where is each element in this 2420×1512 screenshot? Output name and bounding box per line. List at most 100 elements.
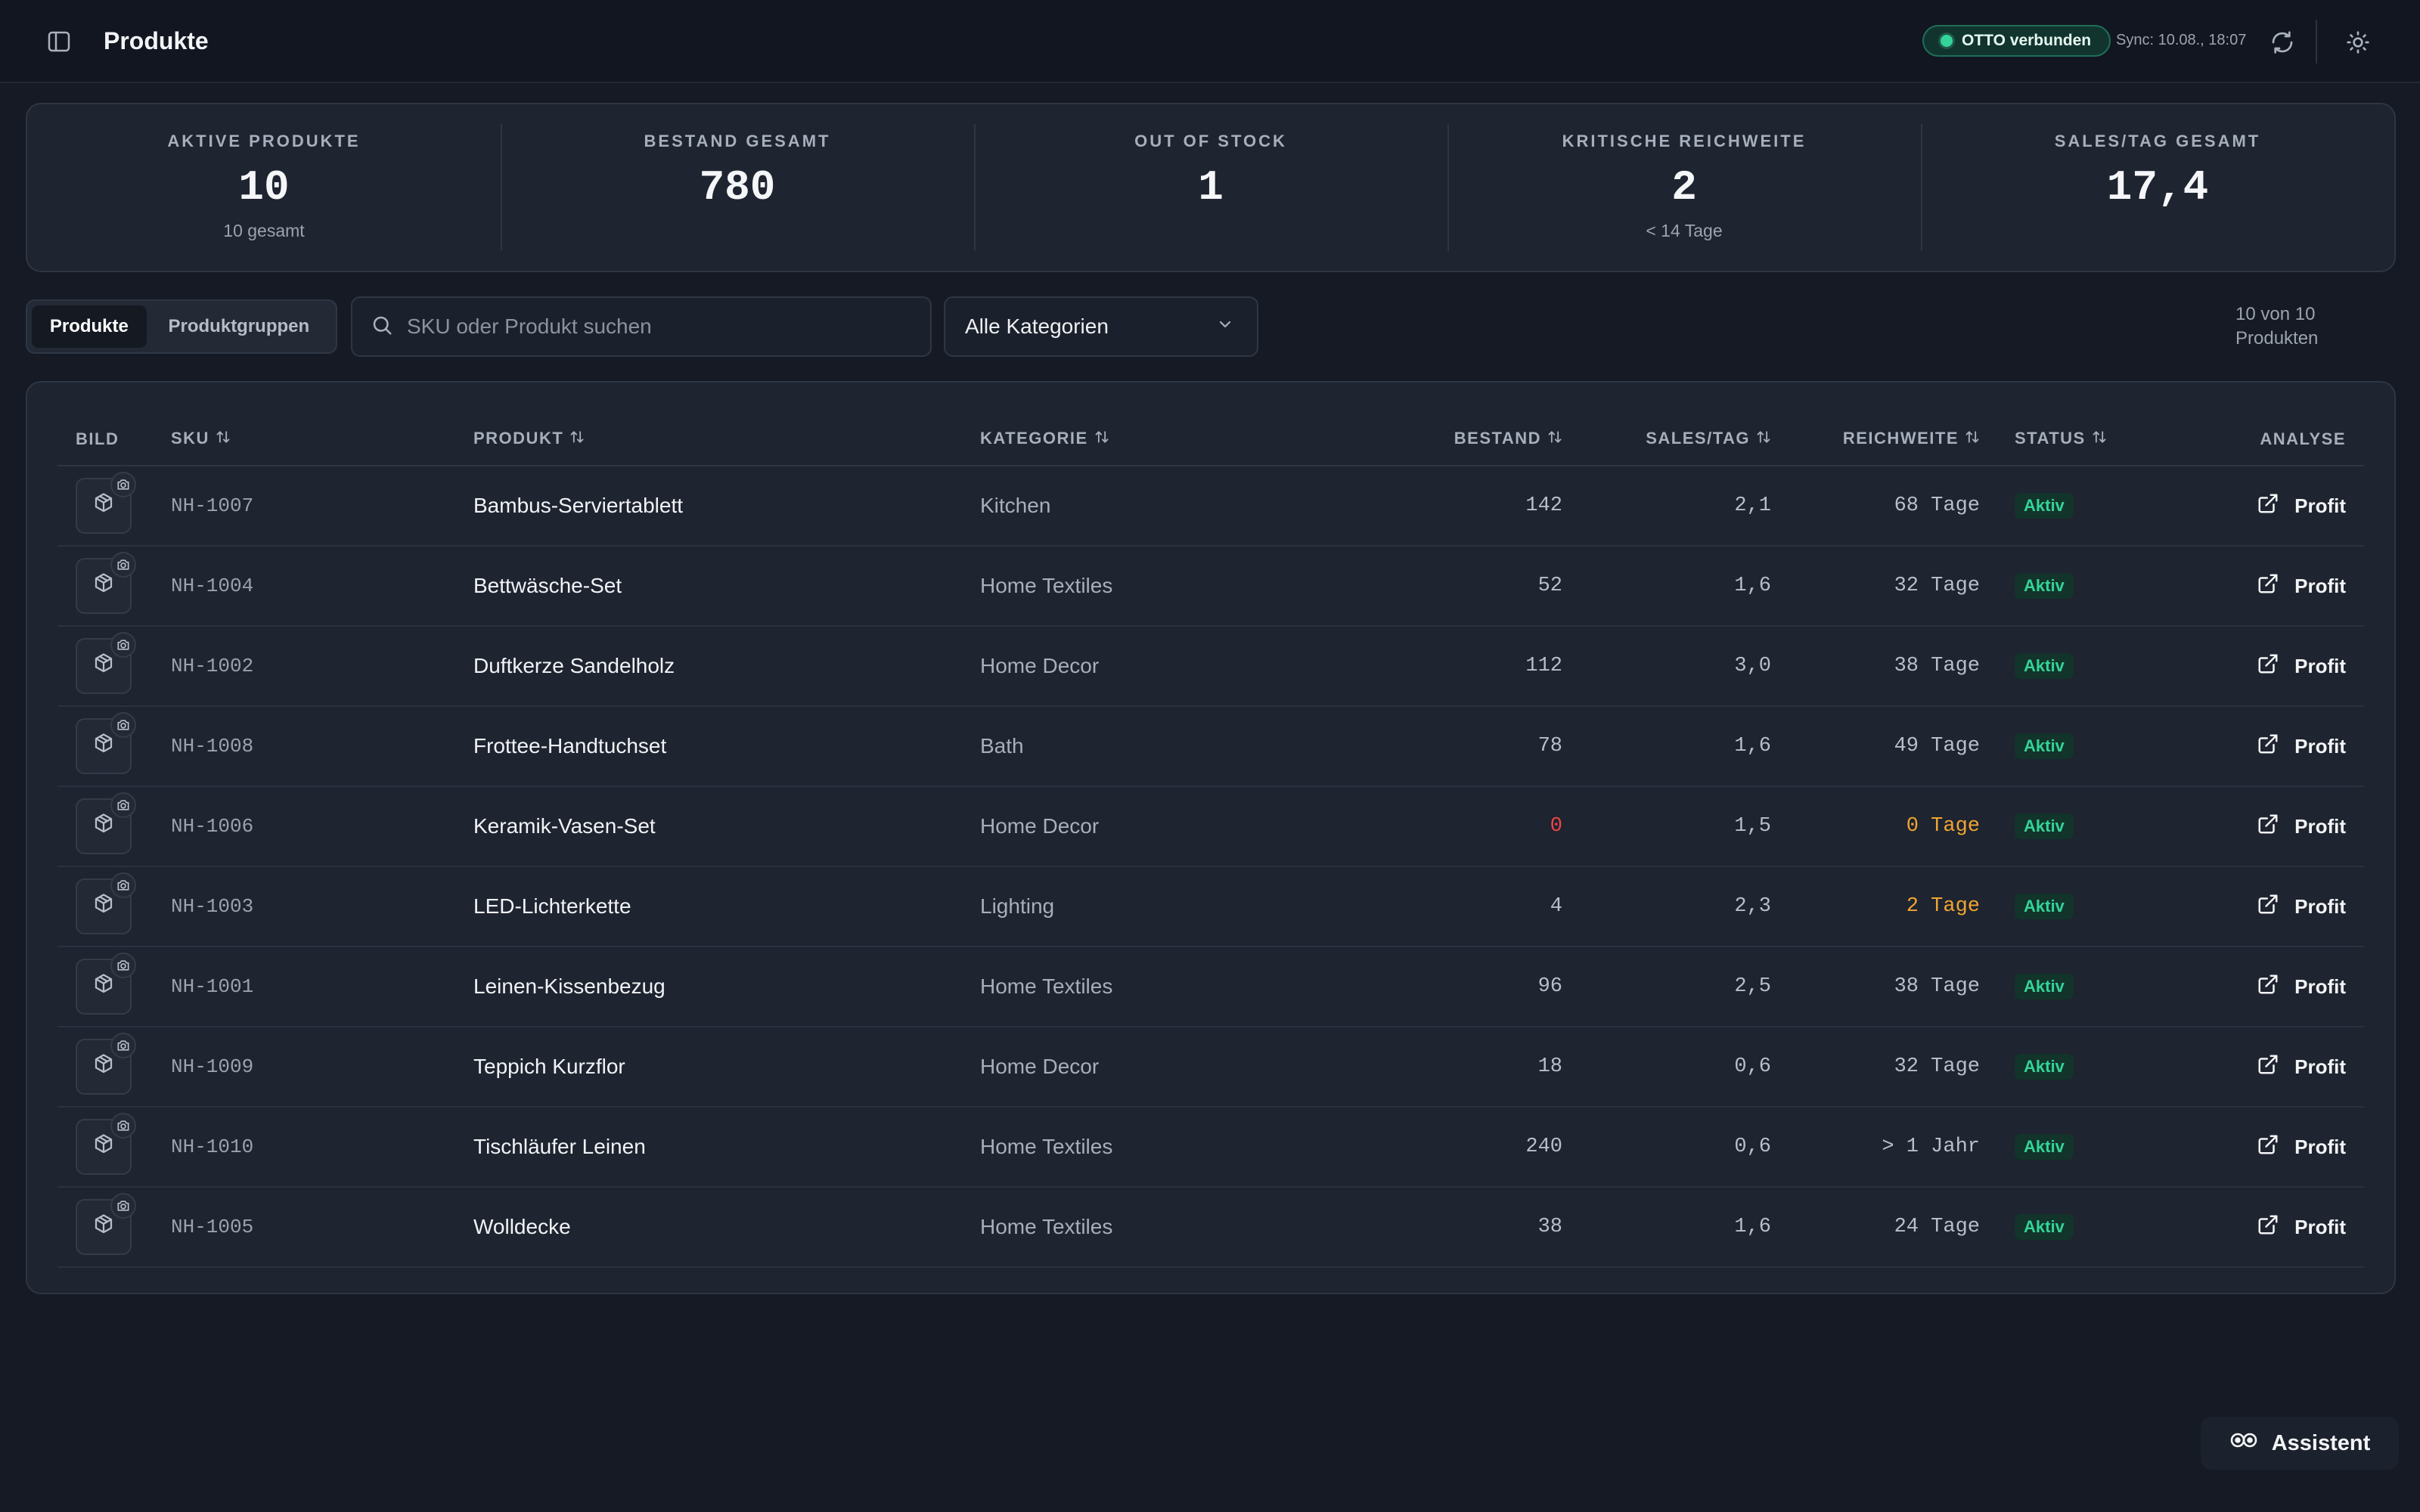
products-table-panel: BILD SKU PRODUKT KATEGORIE BESTAND SALES… <box>26 381 2396 1294</box>
assistant-button[interactable]: Assistent <box>2201 1417 2399 1470</box>
camera-icon[interactable] <box>110 792 136 818</box>
status-badge: Aktiv <box>2015 894 2074 919</box>
column-header-status[interactable]: STATUS <box>1980 413 2229 466</box>
camera-icon[interactable] <box>110 872 136 898</box>
table-row[interactable]: NH-1003 LED-Lichterkette Lighting 4 2,3 2 Tag… <box>57 866 2364 947</box>
external-link-icon <box>2257 973 2279 1001</box>
assistant-icon <box>2229 1429 2258 1458</box>
connection-status-badge: OTTO verbunden <box>1922 25 2111 57</box>
profit-link[interactable]: Profit <box>2257 652 2346 680</box>
kpi-value: 17,4 <box>2106 163 2209 212</box>
kpi-label: BESTAND GESAMT <box>644 132 831 150</box>
column-header-analysis: ANALYSE <box>2229 413 2364 466</box>
product-image-placeholder[interactable] <box>76 953 136 1015</box>
reach-cell: 32 Tage <box>1771 546 1980 627</box>
top-bar: Produkte OTTO verbunden Sync: 10.08., 18… <box>0 0 2420 83</box>
status-badge: Aktiv <box>2015 1054 2074 1080</box>
table-row[interactable]: NH-1001 Leinen-Kissenbezug Home Textiles 96… <box>57 947 2364 1027</box>
camera-icon[interactable] <box>110 472 136 497</box>
column-header-stock[interactable]: BESTAND <box>1336 413 1562 466</box>
camera-icon[interactable] <box>110 1113 136 1139</box>
product-image-placeholder[interactable] <box>76 472 136 534</box>
profit-link[interactable]: Profit <box>2257 572 2346 600</box>
reach-cell: 0 Tage <box>1771 786 1980 867</box>
analysis-cell: Profit <box>2229 466 2364 547</box>
sort-icon <box>1965 429 1980 449</box>
external-link-icon <box>2257 733 2279 761</box>
kpi-value: 1 <box>1198 163 1224 212</box>
reach-cell: 38 Tage <box>1771 947 1980 1027</box>
column-header-reach[interactable]: REICHWEITE <box>1771 413 1980 466</box>
product-image-placeholder[interactable] <box>76 552 136 614</box>
product-image-cell <box>57 626 171 707</box>
table-row[interactable]: NH-1005 Wolldecke Home Textiles 38 1,6 24 Tag… <box>57 1187 2364 1268</box>
product-image-placeholder[interactable] <box>76 1113 136 1175</box>
sort-icon <box>1756 429 1771 449</box>
product-image-placeholder[interactable] <box>76 712 136 774</box>
camera-icon[interactable] <box>110 632 136 658</box>
refresh-icon[interactable] <box>2267 27 2297 57</box>
kpi-total-stock: BESTAND GESAMT 780 <box>501 104 974 271</box>
table-row[interactable]: NH-1008 Frottee-Handtuchset Bath 78 1,6 49 Ta… <box>57 706 2364 787</box>
profit-link[interactable]: Profit <box>2257 973 2346 1001</box>
product-image-placeholder[interactable] <box>76 1033 136 1095</box>
column-header-category[interactable]: KATEGORIE <box>980 413 1336 466</box>
sku-cell: NH-1008 <box>171 706 473 787</box>
table-row[interactable]: NH-1009 Teppich Kurzflor Home Decor 18 0,6 32… <box>57 1027 2364 1108</box>
profit-link[interactable]: Profit <box>2257 733 2346 761</box>
tab-products[interactable]: Produkte <box>32 305 147 348</box>
external-link-icon <box>2257 813 2279 841</box>
column-header-product[interactable]: PRODUKT <box>473 413 980 466</box>
product-image-cell <box>57 947 171 1027</box>
table-row[interactable]: NH-1006 Keramik-Vasen-Set Home Decor 0 1,5 0 … <box>57 786 2364 867</box>
status-cell: Aktiv <box>1980 786 2229 867</box>
external-link-icon <box>2257 572 2279 600</box>
camera-icon[interactable] <box>110 953 136 978</box>
sidebar-toggle-icon[interactable] <box>45 28 73 55</box>
product-image-placeholder[interactable] <box>76 632 136 694</box>
profit-label: Profit <box>2294 1135 2346 1158</box>
camera-icon[interactable] <box>110 552 136 578</box>
table-row[interactable]: NH-1007 Bambus-Serviertablett Kitchen 142 2,… <box>57 466 2364 547</box>
profit-link[interactable]: Profit <box>2257 1133 2346 1161</box>
assistant-label: Assistent <box>2271 1430 2371 1455</box>
profit-link[interactable]: Profit <box>2257 492 2346 520</box>
status-badge: Aktiv <box>2015 653 2074 679</box>
column-header-sales[interactable]: SALES/TAG <box>1562 413 1771 466</box>
search-input[interactable] <box>407 314 906 339</box>
profit-link[interactable]: Profit <box>2257 1053 2346 1081</box>
profit-link[interactable]: Profit <box>2257 893 2346 921</box>
camera-icon[interactable] <box>110 1033 136 1058</box>
table-row[interactable]: NH-1002 Duftkerze Sandelholz Home Decor 112… <box>57 626 2364 707</box>
sort-icon <box>1094 429 1109 449</box>
stock-cell: 18 <box>1336 1027 1562 1108</box>
category-cell: Bath <box>980 706 1336 787</box>
sales-cell: 0,6 <box>1562 1027 1771 1108</box>
profit-link[interactable]: Profit <box>2257 813 2346 841</box>
stock-cell: 52 <box>1336 546 1562 627</box>
profit-label: Profit <box>2294 1055 2346 1078</box>
kpi-panel: AKTIVE PRODUKTE 10 10 gesamt BESTAND GES… <box>26 103 2396 272</box>
table-row[interactable]: NH-1010 Tischläufer Leinen Home Textiles 24… <box>57 1107 2364 1188</box>
analysis-cell: Profit <box>2229 1027 2364 1108</box>
column-header-sku[interactable]: SKU <box>171 413 473 466</box>
product-image-cell <box>57 1187 171 1268</box>
profit-link[interactable]: Profit <box>2257 1213 2346 1241</box>
table-row[interactable]: NH-1004 Bettwäsche-Set Home Textiles 52 1,6 3… <box>57 546 2364 627</box>
product-image-placeholder[interactable] <box>76 872 136 934</box>
category-select[interactable]: Alle Kategorien <box>944 296 1258 357</box>
product-image-placeholder[interactable] <box>76 792 136 854</box>
camera-icon[interactable] <box>110 1193 136 1219</box>
table-body: NH-1007 Bambus-Serviertablett Kitchen 142 2,… <box>57 466 2364 1268</box>
analysis-cell: Profit <box>2229 546 2364 627</box>
product-name-cell: Duftkerze Sandelholz <box>473 626 980 707</box>
status-cell: Aktiv <box>1980 626 2229 707</box>
reach-cell: 68 Tage <box>1771 466 1980 547</box>
profit-label: Profit <box>2294 1215 2346 1238</box>
kpi-label: AKTIVE PRODUKTE <box>167 132 361 150</box>
search-field <box>351 296 932 357</box>
product-image-placeholder[interactable] <box>76 1193 136 1255</box>
camera-icon[interactable] <box>110 712 136 738</box>
sun-icon[interactable] <box>2343 27 2373 57</box>
tab-product-groups[interactable]: Produktgruppen <box>147 305 331 348</box>
